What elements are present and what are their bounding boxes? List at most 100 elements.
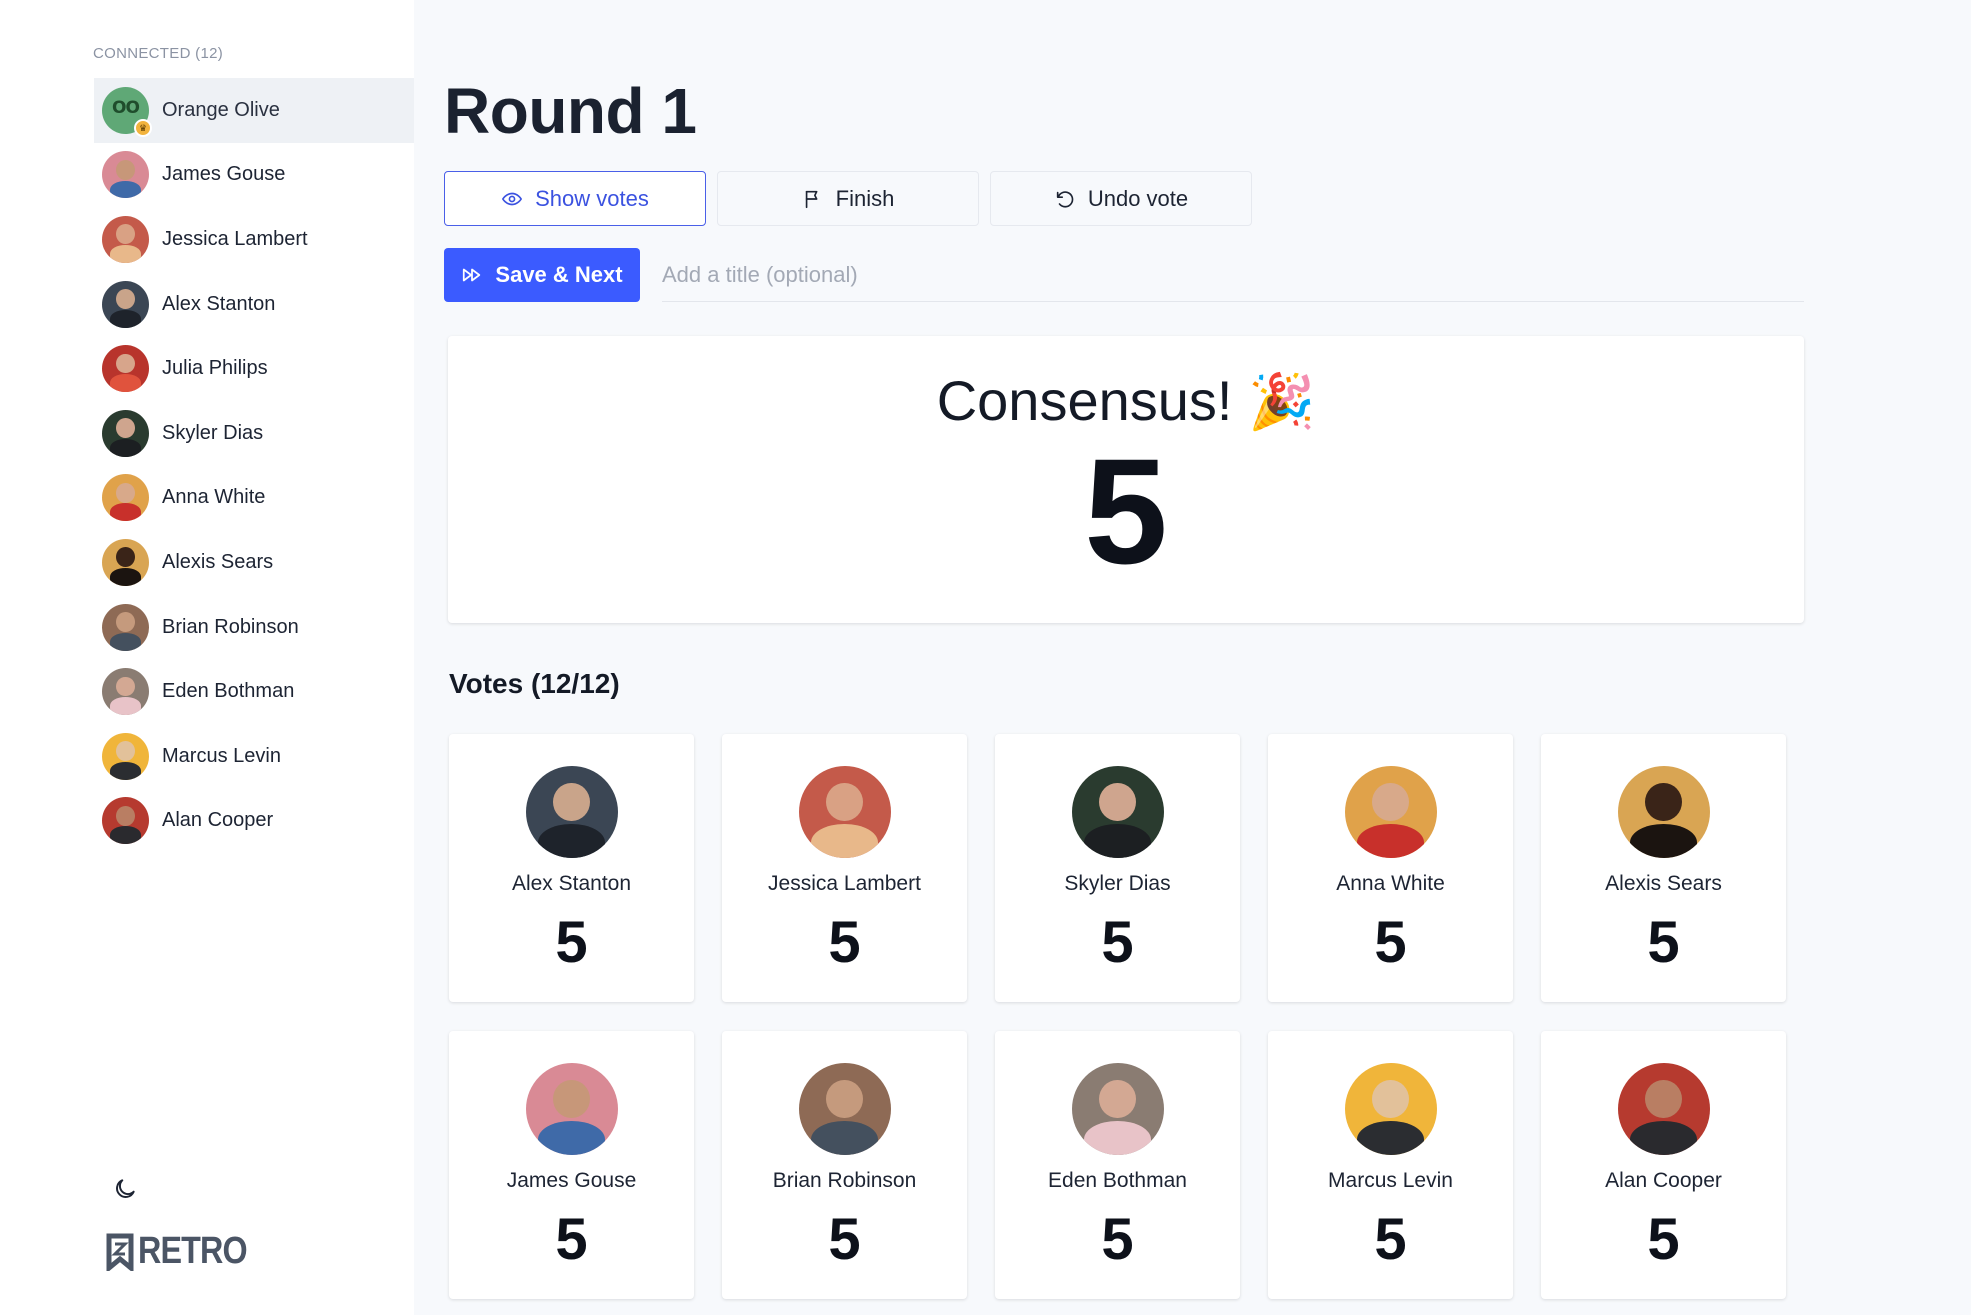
avatar: [1617, 766, 1710, 858]
avatar: [102, 603, 149, 651]
participant-name: Marcus Levin: [162, 744, 281, 767]
participant-item[interactable]: Julia Philips: [94, 336, 414, 401]
participant-item[interactable]: James Gouse: [94, 143, 414, 208]
participant-item[interactable]: Brian Robinson: [94, 595, 414, 660]
moon-icon[interactable]: [112, 1176, 138, 1202]
vote-card: Eden Bothman 5: [995, 1031, 1240, 1299]
vote-value: 5: [555, 1207, 588, 1272]
vote-card: Alex Stanton 5: [449, 734, 694, 1002]
participant-name: Alan Cooper: [162, 809, 274, 832]
flag-icon: [805, 190, 818, 208]
vote-value: 5: [828, 910, 861, 975]
undo-icon: [1056, 190, 1074, 208]
vote-card: Brian Robinson 5: [722, 1031, 967, 1299]
avatar: [102, 151, 149, 199]
avatar: [102, 215, 149, 263]
avatar: [102, 538, 149, 586]
participant-item[interactable]: Alan Cooper: [94, 789, 414, 854]
vote-value: 5: [1647, 1207, 1680, 1272]
sidebar: CONNECTED (12) OO ♛ Orange Olive James Gous…: [0, 0, 414, 1315]
vote-value: 5: [1374, 910, 1407, 975]
participant-name: Anna White: [162, 486, 266, 509]
vote-value: 5: [1101, 910, 1134, 975]
vote-value: 5: [1374, 1207, 1407, 1272]
consensus-heading: Consensus! 🎉: [448, 368, 1804, 434]
participant-name: Skyler Dias: [162, 421, 264, 444]
avatar: [102, 345, 149, 393]
avatar: [798, 1063, 891, 1155]
show-votes-button[interactable]: Show votes: [444, 171, 706, 226]
vote-value: 5: [828, 1207, 861, 1272]
undo-vote-button[interactable]: Undo vote: [990, 171, 1252, 226]
vote-card: Skyler Dias 5: [995, 734, 1240, 1002]
votes-heading: Votes (12/12): [449, 668, 620, 699]
avatar: [525, 1063, 618, 1155]
glasses-icon: OO: [112, 98, 140, 119]
participant-item[interactable]: Eden Bothman: [94, 659, 414, 724]
voter-name: Marcus Levin: [1328, 1169, 1453, 1192]
participant-name: Orange Olive: [162, 98, 280, 121]
avatar: [102, 280, 149, 328]
voter-name: Eden Bothman: [1048, 1169, 1187, 1192]
participant-name: James Gouse: [162, 163, 286, 186]
participant-item[interactable]: Anna White: [94, 466, 414, 531]
participant-item[interactable]: Marcus Levin: [94, 724, 414, 789]
party-popper-icon: 🎉: [1248, 372, 1316, 432]
consensus-card: Consensus! 🎉 5: [448, 336, 1804, 623]
voter-name: Skyler Dias: [1064, 872, 1171, 895]
avatar: OO ♛: [102, 86, 152, 137]
consensus-label: Consensus!: [936, 369, 1233, 432]
voter-name: Alexis Sears: [1605, 872, 1722, 895]
finish-button[interactable]: Finish: [717, 171, 979, 226]
vote-card: Anna White 5: [1268, 734, 1513, 1002]
undo-vote-label: Undo vote: [1087, 185, 1189, 211]
avatar: [102, 474, 149, 522]
vote-value: 5: [1101, 1207, 1134, 1272]
fast-forward-icon: [463, 268, 481, 282]
participant-name: Alexis Sears: [162, 550, 274, 573]
participant-item[interactable]: Alexis Sears: [94, 530, 414, 595]
logo-mark-icon: [106, 1233, 134, 1271]
avatar: [525, 766, 618, 858]
avatar: [1344, 766, 1437, 858]
vote-grid: Alex Stanton 5 Jessica Lambert 5 Skyler Dias…: [449, 734, 1789, 1299]
participant-list: OO ♛ Orange Olive James Gouse Jessica Lamber…: [94, 78, 414, 853]
page-title: Round 1: [444, 75, 697, 147]
save-row: Save & Next: [444, 248, 1804, 302]
voter-name: Alan Cooper: [1605, 1169, 1722, 1192]
participant-name: Alex Stanton: [162, 292, 276, 315]
crown-icon: ♛: [134, 118, 152, 137]
participant-name: Jessica Lambert: [162, 227, 308, 250]
avatar: [1344, 1063, 1437, 1155]
finish-label: Finish: [835, 185, 895, 211]
vote-card: Alan Cooper 5: [1541, 1031, 1786, 1299]
avatar: [1617, 1063, 1710, 1155]
voter-name: Jessica Lambert: [768, 872, 921, 895]
voter-name: James Gouse: [506, 1169, 637, 1192]
voter-name: Alex Stanton: [511, 872, 632, 895]
avatar: [1071, 1063, 1164, 1155]
show-votes-label: Show votes: [535, 185, 649, 211]
vote-card: Alexis Sears 5: [1541, 734, 1786, 1002]
retro-logo: RETRO: [106, 1230, 266, 1273]
participant-name: Julia Philips: [162, 357, 268, 380]
eye-icon: [502, 192, 523, 205]
participant-name: Eden Bothman: [162, 680, 295, 703]
vote-value: 5: [555, 910, 588, 975]
vote-value: 5: [1647, 910, 1680, 975]
participant-item[interactable]: Jessica Lambert: [94, 207, 414, 272]
avatar: [798, 766, 891, 858]
voter-name: Anna White: [1336, 872, 1445, 895]
connected-heading: CONNECTED (12): [93, 45, 224, 62]
save-next-button[interactable]: Save & Next: [444, 248, 640, 302]
save-next-label: Save & Next: [495, 262, 623, 287]
participant-name: Brian Robinson: [162, 615, 299, 638]
avatar: [102, 732, 149, 780]
participant-item[interactable]: Skyler Dias: [94, 401, 414, 466]
participant-item[interactable]: OO ♛ Orange Olive: [94, 78, 414, 143]
consensus-value: 5: [1084, 427, 1168, 595]
round-title-input[interactable]: [662, 248, 1804, 302]
avatar: [1071, 766, 1164, 858]
participant-item[interactable]: Alex Stanton: [94, 272, 414, 337]
vote-card: Jessica Lambert 5: [722, 734, 967, 1002]
